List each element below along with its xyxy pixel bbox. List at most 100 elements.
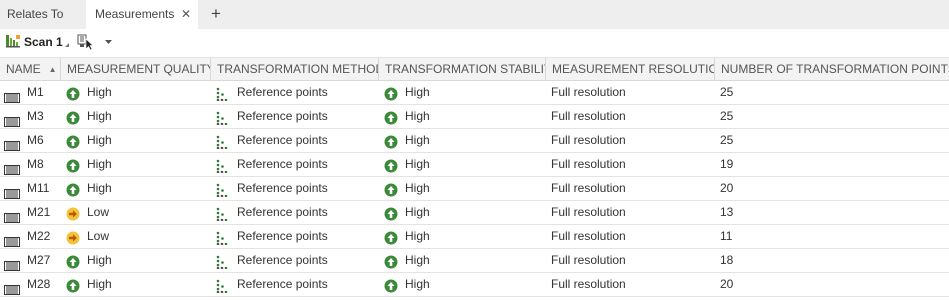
row-name: M11 (27, 181, 50, 195)
row-points: 19 (720, 157, 734, 171)
select-pointer-icon[interactable] (76, 33, 96, 51)
up-arrow-green-icon (66, 158, 80, 172)
cell-resolution: Full resolution (551, 225, 626, 248)
row-points: 25 (720, 85, 734, 99)
sort-ascending-icon: ▲ (48, 65, 57, 74)
header-name[interactable]: NAME ▲ (0, 58, 61, 81)
up-arrow-green-icon (384, 254, 398, 268)
cell-quality: Low (66, 225, 109, 248)
header-stability[interactable]: TRANSFORMATION STABILITY (379, 58, 546, 81)
cell-points: 20 (720, 273, 733, 296)
measurement-icon (4, 184, 20, 199)
dropdown-arrow-icon[interactable] (104, 33, 114, 51)
scan-dropdown-marker[interactable] (64, 33, 69, 54)
row-stability: High (405, 133, 430, 147)
row-quality: Low (87, 205, 110, 219)
up-arrow-green-icon (66, 110, 80, 124)
table-row[interactable]: M22 Low Reference points High Full resolutio… (0, 225, 949, 249)
measurement-icon (4, 256, 20, 271)
cell-resolution: Full resolution (551, 81, 626, 104)
cell-stability: High (384, 273, 430, 296)
up-arrow-green-icon (384, 86, 398, 100)
row-method: Reference points (237, 181, 328, 195)
table-row[interactable]: M28 High Reference points High Full resoluti… (0, 273, 949, 297)
row-resolution: Full resolution (551, 157, 626, 171)
add-tab-icon[interactable]: + (208, 0, 224, 29)
cell-points: 19 (720, 153, 733, 176)
table-row[interactable]: M6 High Reference points High Full resolutio… (0, 129, 949, 153)
row-quality: High (87, 253, 112, 267)
row-points: 18 (720, 253, 734, 267)
header-resolution[interactable]: MEASUREMENT RESOLUTION (546, 58, 715, 81)
reference-points-icon (216, 158, 230, 173)
cell-method: Reference points (216, 153, 328, 176)
table-row[interactable]: M27 High Reference points High Full resoluti… (0, 249, 949, 273)
tab-measurements[interactable]: Measurements ✕ (86, 0, 198, 29)
cell-points: 20 (720, 177, 733, 200)
close-icon[interactable]: ✕ (180, 0, 192, 29)
row-quality: High (87, 277, 112, 291)
row-stability: High (405, 205, 430, 219)
row-points: 25 (720, 109, 734, 123)
header-quality[interactable]: MEASUREMENT QUALITY (61, 58, 211, 81)
row-stability: High (405, 277, 430, 291)
cell-stability: High (384, 225, 430, 248)
table-row[interactable]: M3 High Reference points High Full resolutio… (0, 105, 949, 129)
header-points[interactable]: NUMBER OF TRANSFORMATION POINTS (715, 58, 949, 81)
row-resolution: Full resolution (551, 133, 626, 147)
header-method[interactable]: TRANSFORMATION METHOD (211, 58, 379, 81)
row-name: M28 (27, 277, 51, 291)
cell-stability: High (384, 177, 430, 200)
table-row[interactable]: M8 High Reference points High Full resolutio… (0, 153, 949, 177)
row-name: M27 (27, 253, 51, 267)
measurement-icon (4, 208, 20, 223)
table-row[interactable]: M21 Low Reference points High Full resolutio… (0, 201, 949, 225)
cell-name: M11 (4, 177, 49, 200)
cell-method: Reference points (216, 201, 328, 224)
row-stability: High (405, 85, 430, 99)
scan-button[interactable]: Scan 1 (5, 33, 63, 51)
cell-points: 25 (720, 105, 733, 128)
up-arrow-green-icon (66, 182, 80, 196)
header-name-label: NAME (6, 62, 41, 76)
cell-resolution: Full resolution (551, 273, 626, 296)
up-arrow-green-icon (384, 206, 398, 220)
cell-name: M1 (4, 81, 44, 104)
table-row[interactable]: M11 High Reference points High Full resoluti… (0, 177, 949, 201)
row-resolution: Full resolution (551, 277, 626, 291)
cell-quality: High (66, 249, 112, 272)
table-row[interactable]: M1 High Reference points High Full resolutio… (0, 81, 949, 105)
cell-stability: High (384, 81, 430, 104)
row-stability: High (405, 229, 430, 243)
row-points: 20 (720, 181, 734, 195)
row-points: 25 (720, 133, 734, 147)
cell-name: M22 (4, 225, 50, 248)
row-quality: High (87, 85, 112, 99)
cell-quality: Low (66, 201, 109, 224)
up-arrow-green-icon (66, 86, 80, 100)
cell-quality: High (66, 153, 112, 176)
reference-points-icon (216, 182, 230, 197)
scan-label: Scan 1 (24, 35, 63, 49)
cell-name: M8 (4, 153, 44, 176)
row-name: M21 (27, 205, 51, 219)
cell-stability: High (384, 201, 430, 224)
cell-resolution: Full resolution (551, 105, 626, 128)
tab-relates-to[interactable]: Relates To (0, 0, 86, 29)
cell-name: M21 (4, 201, 50, 224)
measurement-icon (4, 112, 20, 127)
cell-method: Reference points (216, 249, 328, 272)
cell-points: 11 (720, 225, 732, 248)
row-method: Reference points (237, 85, 328, 99)
reference-points-icon (216, 134, 230, 149)
toolbar: Scan 1 (0, 29, 949, 55)
reference-points-icon (216, 86, 230, 101)
cell-quality: High (66, 81, 112, 104)
reference-points-icon (216, 230, 230, 245)
cell-resolution: Full resolution (551, 201, 626, 224)
cell-resolution: Full resolution (551, 153, 626, 176)
reference-points-icon (216, 110, 230, 125)
cell-resolution: Full resolution (551, 129, 626, 152)
up-arrow-green-icon (384, 158, 398, 172)
row-quality: High (87, 109, 112, 123)
